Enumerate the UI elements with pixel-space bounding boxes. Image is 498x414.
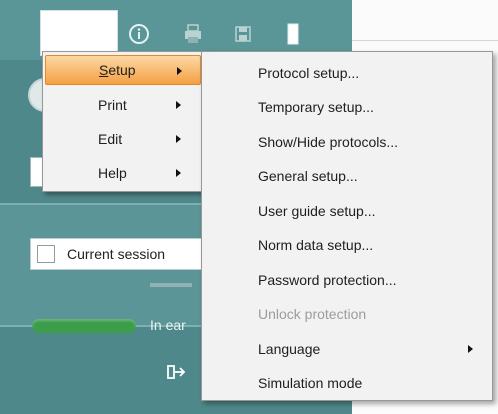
submenu-item-label: Temporary setup... bbox=[258, 99, 374, 115]
submenu-item-label: General setup... bbox=[258, 168, 358, 184]
current-session-field[interactable]: Current session bbox=[30, 238, 202, 270]
patient-box[interactable] bbox=[40, 10, 118, 56]
submenu-item-general-setup[interactable]: General setup... bbox=[204, 159, 490, 193]
print-icon[interactable] bbox=[180, 22, 206, 46]
submenu-item-label: Unlock protection bbox=[258, 306, 367, 322]
submenu-item-label: Norm data setup... bbox=[258, 237, 374, 253]
menu-item-label: Setup bbox=[99, 62, 136, 78]
exit-icon[interactable] bbox=[165, 361, 187, 383]
info-icon[interactable] bbox=[126, 22, 152, 46]
submenu-item-password-protection[interactable]: Password protection... bbox=[204, 263, 490, 297]
menu-item-edit[interactable]: Edit bbox=[45, 124, 201, 154]
menu-item-print[interactable]: Print bbox=[45, 90, 201, 120]
document-icon[interactable] bbox=[280, 22, 306, 46]
content-divider bbox=[352, 40, 498, 41]
menu-item-label: Edit bbox=[98, 131, 123, 147]
submenu-item-label: Language bbox=[258, 341, 321, 357]
submenu-item-label: User guide setup... bbox=[258, 203, 376, 219]
submenu-item-show-hide-protocols[interactable]: Show/Hide protocols... bbox=[204, 125, 490, 159]
save-icon[interactable] bbox=[230, 22, 256, 46]
submenu-item-user-guide-setup[interactable]: User guide setup... bbox=[204, 194, 490, 228]
session-track bbox=[150, 283, 192, 287]
in-ear-label: In ear bbox=[150, 317, 186, 333]
submenu-item-language[interactable]: Language bbox=[204, 332, 490, 366]
submenu-item-label: Password protection... bbox=[258, 272, 397, 288]
menu-item-label: Print bbox=[98, 97, 127, 113]
submenu-arrow-icon bbox=[177, 67, 182, 75]
submenu-item-norm-data-setup[interactable]: Norm data setup... bbox=[204, 228, 490, 262]
submenu-item-label: Simulation mode bbox=[258, 375, 363, 391]
submenu-arrow-icon bbox=[468, 345, 473, 353]
session-label: Current session bbox=[67, 246, 166, 262]
submenu-arrow-icon bbox=[176, 101, 181, 109]
menu-item-help[interactable]: Help bbox=[45, 158, 201, 188]
submenu-item-label: Protocol setup... bbox=[258, 65, 360, 81]
submenu-item-protocol-setup[interactable]: Protocol setup... bbox=[204, 56, 490, 90]
submenu-item-unlock-protection: Unlock protection bbox=[204, 297, 490, 331]
in-ear-status-bar bbox=[32, 319, 136, 333]
submenu-arrow-icon bbox=[176, 135, 181, 143]
menu-item-label: Help bbox=[98, 165, 127, 181]
session-checkbox[interactable] bbox=[37, 245, 55, 263]
submenu-item-label: Show/Hide protocols... bbox=[258, 134, 399, 150]
submenu-arrow-icon bbox=[176, 169, 181, 177]
setup-submenu: Protocol setup... Temporary setup... Sho… bbox=[201, 51, 493, 401]
context-menu: Setup Print Edit Help bbox=[42, 51, 204, 192]
submenu-item-simulation-mode[interactable]: Simulation mode bbox=[204, 366, 490, 400]
menu-item-setup[interactable]: Setup bbox=[45, 55, 201, 85]
submenu-item-temporary-setup[interactable]: Temporary setup... bbox=[204, 90, 490, 124]
